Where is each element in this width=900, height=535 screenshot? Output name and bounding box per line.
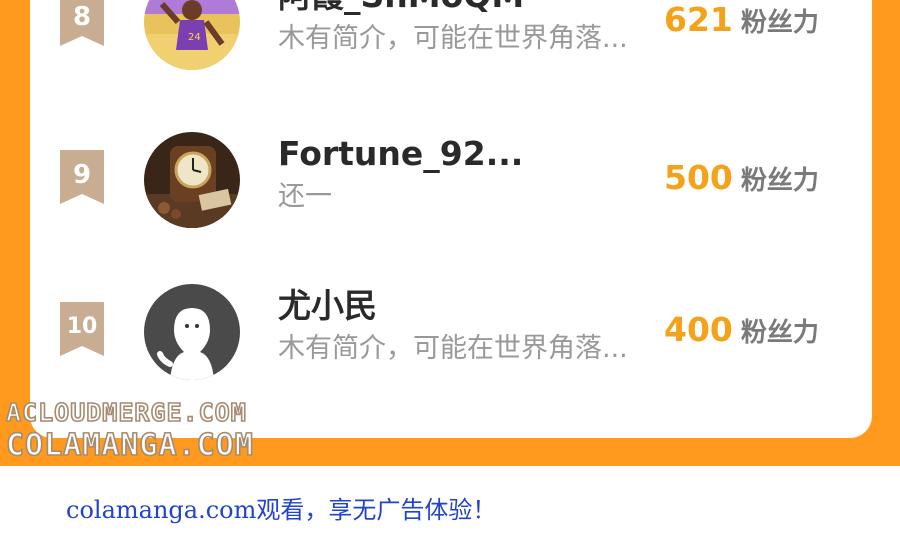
rank-badge-9: 9	[60, 150, 104, 204]
default-user-icon	[144, 284, 240, 380]
user-bio: 木有简介，可能在世界角落...	[278, 333, 628, 364]
user-bio: 木有简介，可能在世界角落...	[278, 23, 628, 54]
fans-count: 400	[664, 310, 733, 349]
fans-unit: 粉丝力	[740, 318, 819, 348]
avatar-antique-clock[interactable]	[144, 132, 240, 228]
fans-power: 400 粉丝力	[664, 310, 864, 356]
rank-number: 9	[72, 160, 92, 190]
site-watermark: ACLOUDMERGE.COM COLAMANGA.COM	[5, 396, 306, 463]
basketball-player-avatar-icon: 24	[144, 0, 240, 70]
watermark-line-2: COLAMANGA.COM	[5, 428, 254, 463]
ad-free-notice[interactable]: colamanga.com观看，享无广告体验！	[66, 490, 496, 525]
fans-count: 621	[664, 0, 733, 39]
user-name[interactable]: 尤小民	[278, 286, 658, 326]
user-name[interactable]: Fortune_92...	[278, 134, 658, 174]
svg-text:24: 24	[188, 32, 201, 43]
rank-badge-8: 8	[60, 0, 104, 46]
fans-power: 500 粉丝力	[664, 158, 864, 204]
fans-unit: 粉丝力	[740, 8, 819, 38]
antique-clock-avatar-icon	[144, 132, 240, 228]
fans-power: 621 粉丝力	[664, 0, 864, 46]
fans-unit: 粉丝力	[740, 166, 819, 196]
ranking-row-10[interactable]: 10 尤小民 木有简介，可能在世界角落... 400 粉丝力	[30, 276, 872, 386]
user-bio: 还一	[278, 181, 332, 212]
rank-number: 10	[66, 314, 98, 339]
fans-count: 500	[664, 158, 733, 197]
avatar-basketball-player[interactable]: 24	[144, 0, 240, 70]
watermark-line-1: ACLOUDMERGE.COM	[5, 397, 247, 428]
ranking-row-9[interactable]: 9 Fortune_92... 还一 500 粉丝力	[30, 124, 872, 234]
fan-ranking-card: 8 24 阿霞_ShMoQM 木有简介，可能在世界角落... 621粉丝力	[30, 0, 872, 438]
ranking-row-8[interactable]: 8 24 阿霞_ShMoQM 木有简介，可能在世界角落... 621粉丝力	[30, 0, 872, 76]
rank-number: 8	[72, 2, 92, 32]
rank-badge-10: 10	[60, 302, 104, 356]
avatar-default-user[interactable]	[144, 284, 240, 380]
user-name[interactable]: 阿霞_ShMoQM	[278, 0, 658, 16]
